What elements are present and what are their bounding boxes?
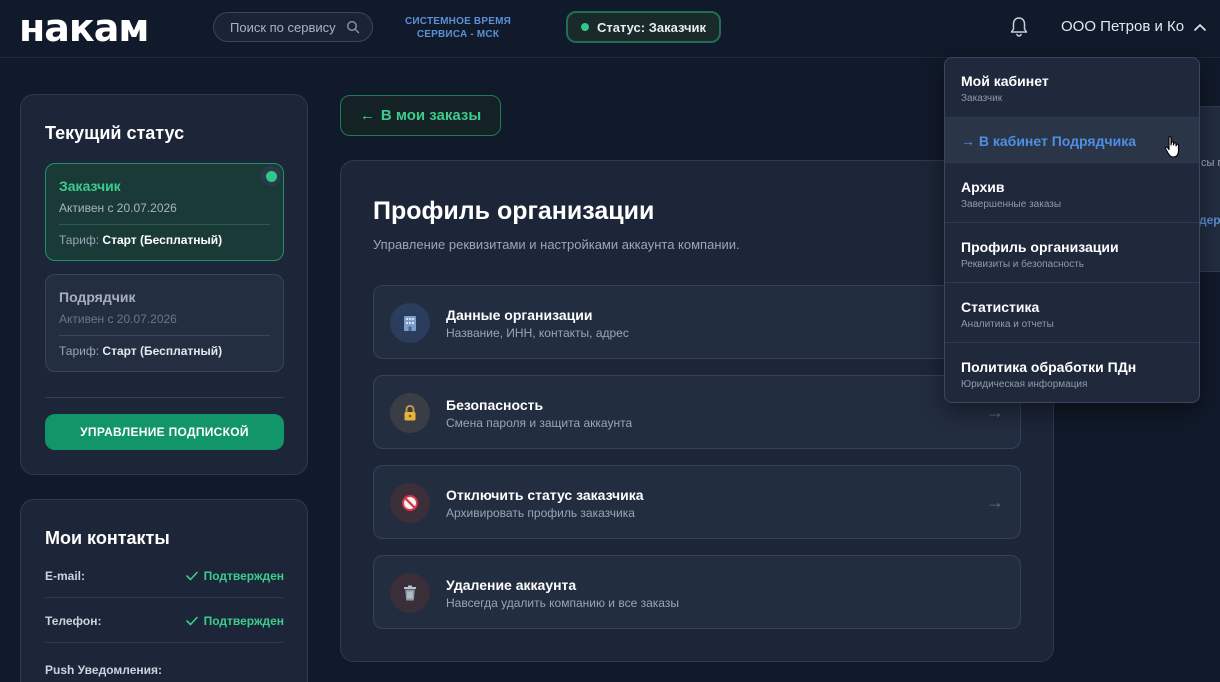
option-organization-data[interactable]: Данные организации Название, ИНН, контак…: [373, 285, 1021, 359]
menu-item-title: Архив: [961, 179, 1005, 195]
contact-row-email: E-mail: Подтвержден: [45, 554, 284, 598]
verified-status: Подтвержден: [185, 614, 284, 628]
building-icon: [390, 303, 430, 343]
active-indicator-icon: [261, 166, 281, 186]
status-dot-icon: [580, 23, 589, 31]
menu-item-title: Статистика: [961, 299, 1040, 315]
menu-item-privacy-policy[interactable]: Политика обработки ПДн Юридическая инфор…: [945, 343, 1199, 402]
menu-item-organization-profile[interactable]: Профиль организации Реквизиты и безопасн…: [945, 223, 1199, 283]
status-badge[interactable]: Статус: Заказчик: [566, 11, 721, 43]
option-desc: Архивировать профиль заказчика: [446, 506, 635, 520]
account-menu-toggle[interactable]: ООО Петров и Ко: [1061, 18, 1206, 35]
role-name: Подрядчик: [59, 289, 136, 305]
side-info-text: сы г: [1201, 157, 1220, 169]
menu-item-title: Мой кабинет: [961, 73, 1049, 89]
arrow-right-icon: →: [986, 492, 1004, 512]
menu-item-subtitle: Завершенные заказы: [961, 199, 1062, 210]
menu-item-subtitle: Реквизиты и безопасность: [961, 259, 1084, 270]
status-card-title: Текущий статус: [45, 123, 185, 143]
option-desc: Навсегда удалить компанию и все заказы: [446, 596, 679, 610]
contact-label: Push Уведомления:: [45, 663, 162, 677]
menu-item-archive[interactable]: Архив Завершенные заказы: [945, 163, 1199, 223]
account-name: ООО Петров и Ко: [1061, 18, 1185, 35]
my-contacts-card: Мои контакты E-mail: Подтвержден Телефон…: [20, 499, 308, 682]
back-to-orders-button[interactable]: ← В мои заказы: [340, 95, 501, 136]
tariff-label: Тариф:: [59, 344, 100, 358]
page-title: Профиль организации: [373, 197, 655, 225]
contact-label: Телефон:: [45, 614, 102, 628]
role-since: Активен с 20.07.2026: [59, 201, 177, 215]
contacts-card-title: Мои контакты: [45, 528, 170, 548]
arrow-right-icon: →: [986, 402, 1004, 422]
role-customer[interactable]: Заказчик Активен с 20.07.2026 Тариф: Ста…: [45, 163, 284, 261]
tariff-value: Старт (Бесплатный): [102, 344, 223, 358]
role-tariff: Тариф: Старт (Бесплатный): [59, 344, 270, 358]
chevron-up-icon: [1194, 23, 1206, 31]
no-entry-icon: [390, 483, 430, 523]
contact-label: E-mail:: [45, 569, 86, 583]
divider: [45, 642, 284, 643]
role-since: Активен с 20.07.2026: [59, 312, 177, 326]
search-input[interactable]: [230, 19, 340, 35]
menu-item-subtitle: Аналитика и отчеты: [961, 319, 1054, 330]
trash-icon: [390, 573, 430, 613]
hand-cursor-icon: [1164, 136, 1180, 158]
role-contractor[interactable]: Подрядчик Активен с 20.07.2026 Тариф: Ст…: [45, 274, 284, 372]
menu-item-title: Профиль организации: [961, 239, 1119, 255]
divider: [59, 224, 270, 225]
option-security[interactable]: Безопасность Смена пароля и защита аккау…: [373, 375, 1021, 449]
back-button-label: В мои заказы: [380, 107, 482, 124]
divider: [45, 597, 284, 598]
menu-item-title: Политика обработки ПДн: [961, 359, 1137, 375]
option-delete-account[interactable]: Удаление аккаунта Навсегда удалить компа…: [373, 555, 1021, 629]
divider: [45, 397, 284, 398]
arrow-left-icon: ←: [359, 107, 375, 124]
system-time-line2: СЕРВИСА - МСК: [416, 29, 500, 40]
menu-item-my-cabinet[interactable]: Мой кабинет Заказчик: [945, 58, 1199, 118]
search-icon[interactable]: [346, 20, 360, 34]
option-title: Безопасность: [446, 397, 544, 413]
check-icon: [185, 571, 198, 581]
divider: [59, 335, 270, 336]
check-icon: [185, 616, 198, 626]
menu-item-statistics[interactable]: Статистика Аналитика и отчеты: [945, 283, 1199, 343]
tariff-label: Тариф:: [59, 233, 100, 247]
role-tariff: Тариф: Старт (Бесплатный): [59, 233, 270, 247]
menu-item-subtitle: Юридическая информация: [961, 379, 1088, 390]
status-text: Статус: Заказчик: [596, 19, 707, 35]
verified-text: Подтвержден: [203, 614, 284, 628]
top-header: накам СИСТЕМНОЕ ВРЕМЯ СЕРВИСА - МСК Стат…: [0, 0, 1220, 58]
option-desc: Смена пароля и защита аккаунта: [446, 416, 633, 430]
manage-subscription-button[interactable]: УПРАВЛЕНИЕ ПОДПИСКОЙ: [45, 414, 284, 450]
tariff-value: Старт (Бесплатный): [102, 233, 223, 247]
option-title: Отключить статус заказчика: [446, 487, 644, 503]
current-status-card: Текущий статус Заказчик Активен с 20.07.…: [20, 94, 308, 475]
account-dropdown-menu: Мой кабинет Заказчик → В кабинет Подрядч…: [944, 57, 1200, 403]
system-time-label: СИСТЕМНОЕ ВРЕМЯ СЕРВИСА - МСК: [398, 15, 518, 41]
side-info-link[interactable]: дер: [1199, 213, 1220, 227]
system-time-line1: СИСТЕМНОЕ ВРЕМЯ: [404, 16, 512, 27]
menu-item-subtitle: Заказчик: [961, 93, 1003, 104]
option-title: Удаление аккаунта: [446, 577, 577, 593]
bell-icon[interactable]: [1009, 16, 1029, 38]
verified-status: Подтвержден: [185, 569, 284, 583]
role-name: Заказчик: [59, 178, 121, 194]
option-desc: Название, ИНН, контакты, адрес: [446, 326, 629, 340]
menu-item-title: → В кабинет Подрядчика: [961, 133, 1137, 149]
lock-icon: [390, 393, 430, 433]
contact-row-push: Push Уведомления:: [45, 648, 284, 682]
logo[interactable]: накам: [19, 8, 149, 48]
search-box[interactable]: [213, 12, 373, 42]
option-title: Данные организации: [446, 307, 593, 323]
verified-text: Подтвержден: [203, 569, 284, 583]
option-disable-customer[interactable]: Отключить статус заказчика Архивировать …: [373, 465, 1021, 539]
menu-item-contractor-cabinet[interactable]: → В кабинет Подрядчика: [945, 118, 1199, 163]
page-subtitle: Управление реквизитами и настройками акк…: [373, 237, 740, 252]
contact-row-phone: Телефон: Подтвержден: [45, 599, 284, 643]
